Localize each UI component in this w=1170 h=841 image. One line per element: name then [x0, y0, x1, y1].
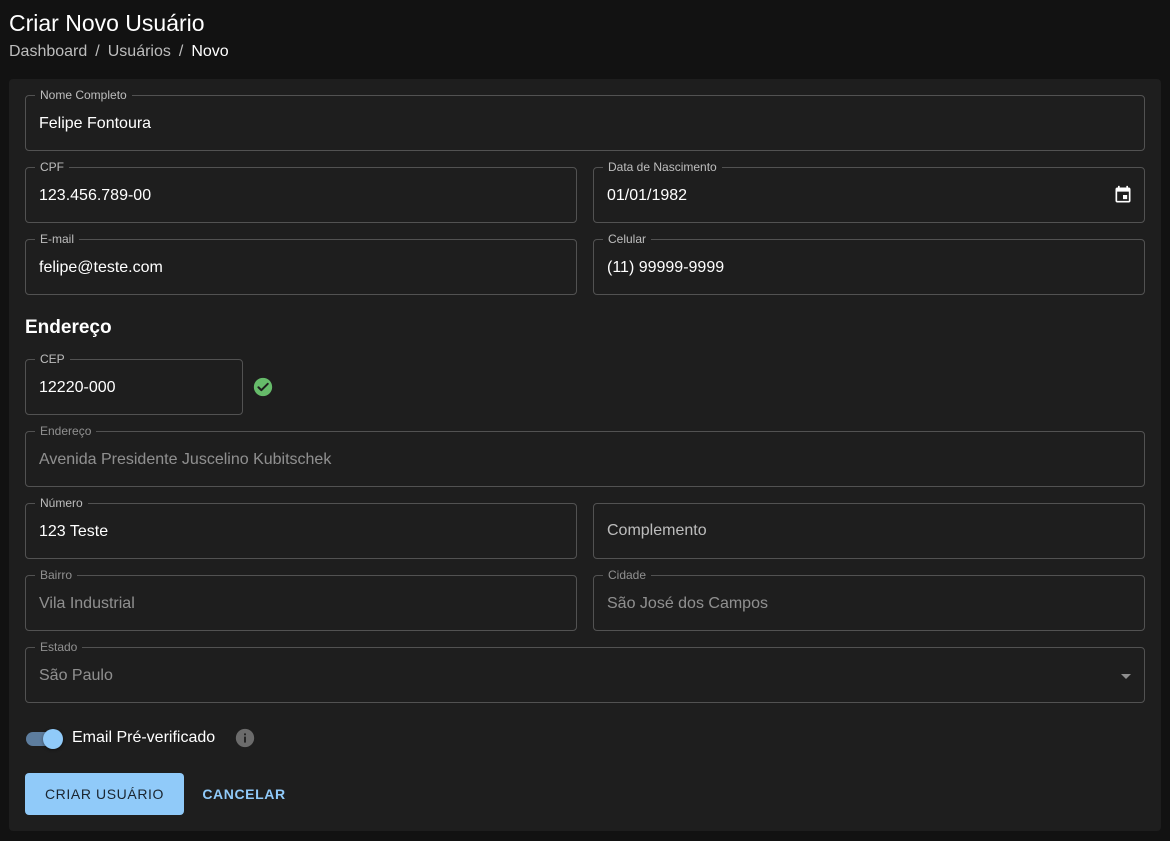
endereco-section-title: Endereço: [25, 317, 112, 338]
endereco-value: Avenida Presidente Juscelino Kubitschek: [39, 451, 332, 468]
cpf-label: CPF: [35, 160, 69, 174]
numero-field[interactable]: Número 123 Teste: [25, 496, 577, 559]
bairro-label: Bairro: [35, 568, 78, 582]
breadcrumb-separator: /: [95, 43, 100, 60]
bairro-field: Bairro Vila Industrial: [25, 568, 577, 631]
celular-field[interactable]: Celular (11) 99999-9999: [593, 232, 1145, 295]
nome-completo-value[interactable]: Felipe Fontoura: [39, 114, 151, 134]
endereco-field: Endereço Avenida Presidente Juscelino Ku…: [25, 424, 1145, 487]
nome-completo-label: Nome Completo: [35, 88, 132, 102]
data-nascimento-value[interactable]: 01/01/1982: [607, 186, 687, 206]
bairro-value: Vila Industrial: [39, 595, 135, 612]
cpf-field[interactable]: CPF 123.456.789-00: [25, 160, 577, 223]
breadcrumb-separator: /: [178, 43, 184, 60]
numero-value[interactable]: 123 Teste: [39, 522, 108, 542]
criar-usuario-button[interactable]: CRIAR USUÁRIO: [25, 773, 184, 815]
celular-label: Celular: [603, 232, 652, 246]
email-label: E-mail: [35, 232, 80, 246]
estado-value[interactable]: São Paulo: [39, 666, 113, 686]
check-circle-icon: [253, 377, 273, 397]
cidade-label: Cidade: [603, 568, 652, 582]
cep-value[interactable]: 12220-000: [39, 378, 116, 398]
endereco-label: Endereço: [35, 424, 97, 438]
breadcrumb: Dashboard / Usuários / Novo: [9, 42, 229, 62]
email-verificado-toggle[interactable]: [25, 727, 65, 751]
celular-value[interactable]: (11) 99999-9999: [607, 258, 724, 278]
complemento-field[interactable]: Complemento: [593, 503, 1145, 559]
calendar-icon[interactable]: [1113, 185, 1133, 205]
email-field[interactable]: E-mail felipe@teste.com: [25, 232, 577, 295]
complemento-placeholder[interactable]: Complemento: [607, 521, 707, 541]
estado-label: Estado: [35, 640, 83, 654]
cidade-field: Cidade São José dos Campos: [593, 568, 1145, 631]
cidade-value: São José dos Campos: [607, 595, 768, 612]
toggle-thumb[interactable]: [43, 729, 63, 749]
breadcrumb-novo: Novo: [191, 43, 229, 60]
cancelar-button[interactable]: CANCELAR: [197, 773, 291, 815]
cep-field[interactable]: CEP 12220-000: [25, 352, 243, 415]
page-header: Criar Novo Usuário Dashboard / Usuários …: [9, 8, 229, 62]
form-card: Nome Completo Felipe Fontoura CPF 123.45…: [9, 79, 1161, 831]
cpf-value[interactable]: 123.456.789-00: [39, 186, 151, 206]
email-verificado-label[interactable]: Email Pré-verificado: [72, 728, 215, 748]
chevron-down-icon[interactable]: [1121, 674, 1131, 679]
email-value[interactable]: felipe@teste.com: [39, 258, 163, 278]
nome-completo-field[interactable]: Nome Completo Felipe Fontoura: [25, 88, 1145, 151]
cep-label: CEP: [35, 352, 70, 366]
info-icon[interactable]: [234, 727, 256, 749]
breadcrumb-dashboard[interactable]: Dashboard: [9, 42, 87, 62]
page-title: Criar Novo Usuário: [9, 10, 205, 36]
numero-label: Número: [35, 496, 88, 510]
breadcrumb-usuarios[interactable]: Usuários: [108, 42, 171, 62]
data-nascimento-field[interactable]: Data de Nascimento 01/01/1982: [593, 160, 1145, 223]
estado-select[interactable]: Estado São Paulo: [25, 640, 1145, 703]
data-nascimento-label: Data de Nascimento: [603, 160, 722, 174]
